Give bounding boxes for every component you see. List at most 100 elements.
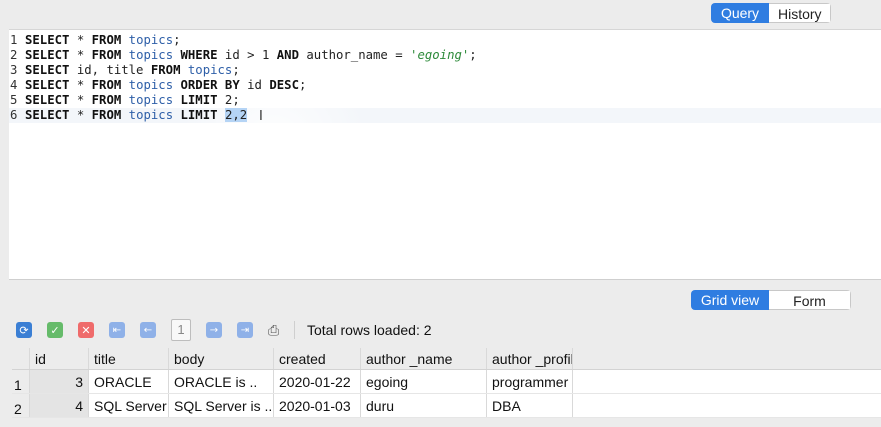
row-number-header [12, 348, 30, 369]
code-text: * [69, 108, 92, 122]
grid-header: id title body created author _name autho… [12, 348, 881, 370]
sql-keyword: FROM [150, 63, 181, 77]
code-text: id > 1 [217, 48, 277, 62]
cell-title[interactable]: SQL Server [89, 394, 169, 417]
code-line[interactable]: 2 SELECT * FROM topics WHERE id > 1 AND a… [9, 48, 477, 63]
cell-author-profile[interactable]: DBA [487, 394, 573, 417]
column-header-title[interactable]: title [89, 348, 169, 369]
column-header-id[interactable]: id [30, 348, 89, 369]
table-name: topics [128, 93, 174, 107]
code-line[interactable]: 4 SELECT * FROM topics ORDER BY id DESC; [9, 78, 306, 93]
sql-keyword: SELECT [25, 33, 70, 47]
code-line[interactable]: 6 SELECT * FROM topics LIMIT 2,2 [9, 108, 248, 123]
code-text: * [69, 48, 92, 62]
sql-keyword: FROM [91, 78, 122, 92]
cell-author-profile[interactable]: programmer [487, 370, 573, 393]
code-text: * [69, 93, 92, 107]
sql-keyword: SELECT [25, 78, 70, 92]
cell-id[interactable]: 4 [30, 394, 89, 417]
table-name: topics [187, 63, 233, 77]
sql-keyword: AND [276, 48, 299, 62]
code-line[interactable]: 5 SELECT * FROM topics LIMIT 2; [9, 93, 240, 108]
cell-created[interactable]: 2020-01-03 [274, 394, 361, 417]
line-number: 5 [10, 93, 18, 107]
line-number: 2 [10, 48, 18, 62]
print-icon[interactable]: ⎙ [268, 322, 286, 338]
code-line[interactable]: 3 SELECT id, title FROM topics; [9, 63, 240, 78]
query-history-toggle: Query History [711, 3, 831, 23]
cell-id[interactable]: 3 [30, 370, 89, 393]
refresh-icon[interactable]: ⟳ [16, 322, 32, 338]
line-number: 6 [10, 108, 18, 122]
toolbar-divider [294, 321, 295, 339]
text-cursor-icon: I [259, 109, 263, 124]
row-number: 1 [12, 370, 30, 393]
column-header-author-profile[interactable]: author _profil [487, 348, 573, 369]
total-rows-label: Total rows loaded: 2 [307, 322, 432, 338]
table-name: topics [128, 48, 174, 62]
tab-form-view[interactable]: Form view [769, 290, 851, 310]
results-toolbar: ⟳ ✓ ✕ ⇤ ← 1 → ⇥ ⎙ Total rows loaded: 2 [16, 319, 432, 341]
cell-author-name[interactable]: duru [361, 394, 487, 417]
first-page-icon[interactable]: ⇤ [109, 322, 125, 338]
next-page-icon[interactable]: → [206, 322, 222, 338]
sql-keyword: LIMIT [180, 108, 218, 122]
prev-page-icon[interactable]: ← [140, 322, 156, 338]
cell-body[interactable]: ORACLE is .. [169, 370, 274, 393]
table-row[interactable]: 1 3 ORACLE ORACLE is .. 2020-01-22 egoin… [12, 370, 881, 394]
sql-keyword: FROM [91, 33, 122, 47]
code-text: ; [298, 78, 307, 92]
sql-keyword: FROM [91, 108, 122, 122]
grid-form-toggle: Grid view Form view [691, 290, 851, 310]
commit-check-icon[interactable]: ✓ [47, 322, 63, 338]
sql-keyword: ORDER BY [180, 78, 240, 92]
code-text: * [69, 78, 92, 92]
row-number: 2 [12, 394, 30, 417]
code-text: ; [469, 48, 477, 62]
cell-author-name[interactable]: egoing [361, 370, 487, 393]
sql-keyword: SELECT [25, 93, 70, 107]
sql-keyword: FROM [91, 48, 122, 62]
line-number: 1 [10, 33, 18, 47]
table-row[interactable]: 2 4 SQL Server SQL Server is .. 2020-01-… [12, 394, 881, 418]
column-header-body[interactable]: body [169, 348, 274, 369]
cell-body[interactable]: SQL Server is .. [169, 394, 274, 417]
table-name: topics [128, 78, 174, 92]
cell-created[interactable]: 2020-01-22 [274, 370, 361, 393]
code-text: * [69, 33, 92, 47]
code-text: ; [173, 33, 181, 47]
sql-keyword: DESC [269, 78, 299, 92]
tab-query[interactable]: Query [711, 3, 769, 23]
sql-keyword: FROM [91, 93, 122, 107]
code-line[interactable]: 1 SELECT * FROM topics; [9, 33, 181, 48]
column-header-author-name[interactable]: author _name [361, 348, 487, 369]
code-text: id [239, 78, 270, 92]
line-number: 3 [10, 63, 18, 77]
code-text: author_name = [298, 48, 411, 62]
tab-history[interactable]: History [769, 3, 831, 23]
cell-title[interactable]: ORACLE [89, 370, 169, 393]
column-header-created[interactable]: created [274, 348, 361, 369]
sql-keyword: SELECT [25, 108, 70, 122]
rollback-x-icon[interactable]: ✕ [78, 322, 94, 338]
code-text: id, title [69, 63, 151, 77]
selected-text: 2,2 [224, 108, 248, 122]
sql-keyword: LIMIT [180, 93, 218, 107]
last-page-icon[interactable]: ⇥ [237, 322, 253, 338]
page-number-input[interactable]: 1 [171, 319, 191, 341]
line-number: 4 [10, 78, 18, 92]
sql-keyword: SELECT [25, 63, 70, 77]
sql-editor[interactable]: 1 SELECT * FROM topics; 2 SELECT * FROM top… [9, 29, 881, 280]
results-grid: id title body created author _name autho… [12, 348, 881, 418]
tab-grid-view[interactable]: Grid view [691, 290, 769, 310]
code-text: 2; [217, 93, 240, 107]
code-text: ; [232, 63, 240, 77]
